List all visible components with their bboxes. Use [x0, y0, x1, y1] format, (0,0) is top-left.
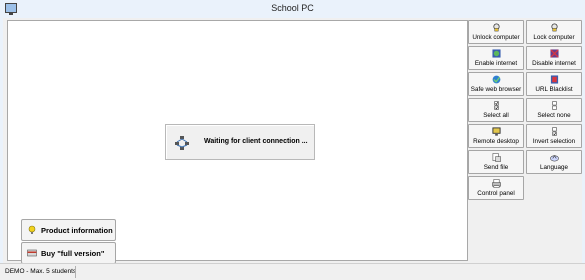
safe-web-browser-button[interactable]: Safe web browser — [468, 72, 524, 96]
window-title: School PC — [271, 3, 314, 13]
command-sidebar: Unlock computer Lock computer Enable int… — [468, 20, 582, 261]
tile-label: Invert selection — [532, 138, 576, 145]
tile-label: Disable internet — [532, 60, 576, 67]
language-icon — [550, 155, 559, 162]
tile-label: Remote desktop — [473, 138, 519, 145]
app-window: School PC Waiting for client connection … — [0, 0, 585, 280]
internet-icon — [492, 49, 501, 58]
product-information-label: Product information — [41, 226, 113, 235]
waiting-panel: Waiting for client connection ... — [165, 124, 315, 160]
select-none-icon — [552, 101, 557, 110]
buy-full-version-label: Buy "full version" — [41, 249, 105, 258]
unlock-computer-button[interactable]: Unlock computer — [468, 20, 524, 44]
buy-full-version-button[interactable]: Buy "full version" — [21, 242, 116, 264]
lock-icon — [551, 23, 558, 32]
credit-card-icon — [27, 249, 37, 257]
language-button[interactable]: Language — [526, 150, 582, 174]
remote-desktop-button[interactable]: Remote desktop — [468, 124, 524, 148]
tile-label: Select none — [537, 112, 571, 119]
no-internet-icon — [550, 49, 559, 58]
send-file-icon — [492, 153, 501, 162]
tile-label: Enable internet — [474, 60, 518, 67]
lightbulb-icon — [28, 225, 36, 234]
disable-internet-button[interactable]: Disable internet — [526, 46, 582, 70]
waiting-status-text: Waiting for client connection ... — [204, 138, 308, 145]
title-bar[interactable]: School PC — [0, 0, 585, 18]
tile-label: Safe web browser — [470, 86, 522, 93]
tile-label: URL Blacklist — [535, 86, 573, 93]
send-file-button[interactable]: Send file — [468, 150, 524, 174]
select-all-button[interactable]: Select all — [468, 98, 524, 122]
tile-label: Unlock computer — [472, 34, 520, 41]
unlock-icon — [493, 23, 500, 32]
invert-selection-icon — [552, 127, 557, 136]
tile-label: Control panel — [477, 190, 515, 197]
tile-label: Select all — [483, 112, 509, 119]
blacklist-icon — [550, 75, 559, 84]
url-blacklist-button[interactable]: URL Blacklist — [526, 72, 582, 96]
tile-label: Lock computer — [533, 34, 575, 41]
select-none-button[interactable]: Select none — [526, 98, 582, 122]
safe-browser-icon — [492, 75, 501, 84]
student-canvas[interactable]: Waiting for client connection ... Produc… — [7, 20, 468, 264]
invert-selection-button[interactable]: Invert selection — [526, 124, 582, 148]
client-area: Waiting for client connection ... Produc… — [3, 18, 582, 264]
remote-desktop-icon — [492, 127, 501, 136]
select-all-icon — [494, 101, 499, 110]
product-information-button[interactable]: Product information — [21, 219, 116, 241]
network-icon — [175, 136, 189, 150]
control-panel-icon — [492, 179, 501, 188]
status-divider — [75, 266, 76, 278]
enable-internet-button[interactable]: Enable internet — [468, 46, 524, 70]
status-bar: DEMO - Max. 5 students — [0, 263, 585, 280]
tile-label: Language — [539, 164, 569, 171]
status-text: DEMO - Max. 5 students — [5, 268, 77, 275]
tile-label: Send file — [483, 164, 509, 171]
lock-computer-button[interactable]: Lock computer — [526, 20, 582, 44]
control-panel-button[interactable]: Control panel — [468, 176, 524, 200]
